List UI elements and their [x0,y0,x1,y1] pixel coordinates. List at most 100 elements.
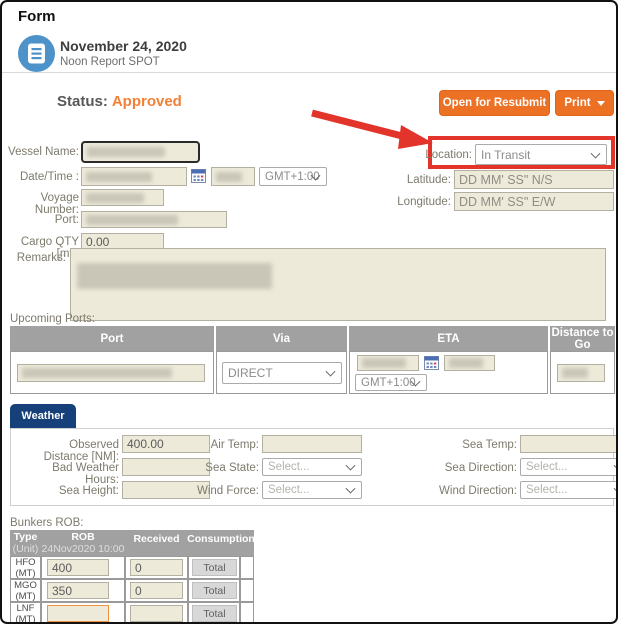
received-input-lnf[interactable] [130,605,183,622]
report-date: November 24, 2020 [60,38,187,54]
form-window: Form November 24, 2020 Noon Report SPOT … [0,0,618,624]
remarks-label: Remarks: [2,252,66,264]
calendar-icon[interactable] [424,356,439,370]
redacted-content [87,147,165,157]
redacted-content [562,368,588,378]
fuel-unit: (MT) [15,568,35,579]
location-label: Location: [392,149,472,161]
redacted-content [86,172,152,182]
wind-direction-label: Wind Direction: [420,485,517,497]
rob-input-hfo[interactable] [47,559,109,576]
timezone-select[interactable]: GMT+1:00 [259,167,327,186]
fuel-type: LNF [17,603,35,614]
sea-temp-label: Sea Temp: [420,439,517,451]
longitude-label: Longitude: [371,196,451,208]
sea-state-select[interactable]: Select... [262,458,362,476]
bunkers-row-received-cell [125,556,188,579]
consumption-total-button[interactable]: Total [192,559,237,576]
bunkers-row-type: LNF (MT) [10,602,41,624]
caret-down-icon [597,101,605,106]
rob-input-lnf[interactable] [47,605,109,622]
time-input[interactable] [211,167,255,186]
bunkers-row-type: HFO (MT) [10,556,41,579]
bad-weather-hours-label: Bad Weather Hours: [22,462,119,486]
air-temp-input[interactable] [262,435,362,453]
eta-timezone-select[interactable]: GMT+1:00 [355,374,427,391]
port-input[interactable] [81,211,227,228]
bunkers-row-type: MGO (MT) [10,579,41,602]
sea-height-label: Sea Height: [22,485,119,497]
vessel-name-input[interactable] [81,141,200,163]
upcoming-ports-header-eta: ETA [349,326,548,351]
bunkers-header-rob-line2: 24Nov2020 10:00 [42,543,125,555]
bunkers-row-extra-cell [240,556,254,579]
report-type: Noon Report SPOT [60,56,160,68]
consumption-total-button[interactable]: Total [192,605,237,622]
redacted-content [362,358,406,368]
remarks-textarea[interactable] [70,248,606,321]
sea-direction-select[interactable]: Select... [520,458,618,476]
longitude-input[interactable] [454,192,614,211]
bunkers-row-rob-cell [41,556,125,579]
redacted-content [77,263,272,289]
upcoming-ports-cell-via: DIRECT [216,351,347,394]
upcoming-ports-cell-distance [550,351,615,394]
status-badge: Approved [112,93,182,110]
wind-direction-select[interactable]: Select... [520,481,618,499]
latitude-input[interactable] [454,170,614,189]
voyage-number-label: Voyage Number: [2,192,79,216]
bunkers-header-type: Type (Unit) [10,530,41,556]
wind-force-select[interactable]: Select... [262,481,362,499]
fuel-unit: (MT) [15,614,35,624]
redacted-content [216,172,242,182]
sea-temp-input[interactable] [520,435,618,453]
bunkers-row-consumption-cell: Total [188,602,240,624]
bunkers-header-rob-line1: ROB [71,531,94,543]
page-title: Form [18,8,56,25]
redacted-content [22,368,172,378]
upcoming-ports-cell-eta: GMT+1:00 [349,351,548,394]
print-button[interactable]: Print [555,90,614,116]
bunkers-row-rob-cell [41,602,125,624]
port-label: Port: [2,214,79,226]
status-label: Status: [57,93,108,110]
calendar-icon[interactable] [191,169,206,183]
eta-date-input[interactable] [357,355,419,371]
bunkers-row-consumption-cell: Total [188,579,240,602]
upcoming-ports-header-distance: Distance to Go [550,326,615,351]
bunkers-header-type-line2: (Unit) [13,543,39,555]
latitude-label: Latitude: [371,174,451,186]
consumption-total-button[interactable]: Total [192,582,237,599]
date-input[interactable] [81,167,187,186]
upcoming-ports-header-port: Port [10,326,214,351]
bunkers-rob-label: Bunkers ROB: [10,517,120,529]
eta-time-input[interactable] [444,355,495,371]
print-label: Print [564,97,590,109]
upcoming-ports-label: Upcoming Ports: [10,313,120,325]
wind-force-label: Wind Force: [162,485,259,497]
sea-direction-label: Sea Direction: [420,462,517,474]
fuel-unit: (MT) [15,591,35,602]
voyage-number-input[interactable] [81,189,164,206]
received-input-mgo[interactable] [130,582,183,599]
received-input-hfo[interactable] [130,559,183,576]
open-for-resubmit-button[interactable]: Open for Resubmit [439,90,550,116]
report-document-icon [18,35,55,72]
air-temp-label: Air Temp: [162,439,259,451]
location-select[interactable]: In Transit [475,144,607,165]
via-select[interactable]: DIRECT [222,362,342,384]
tab-weather[interactable]: Weather [10,404,76,428]
fuel-type: HFO [15,557,35,568]
bunkers-row-extra-cell [240,602,254,624]
distance-to-go-input[interactable] [557,364,605,382]
bunkers-row-extra-cell [240,579,254,602]
rob-input-mgo[interactable] [47,582,109,599]
upcoming-port-input[interactable] [17,364,205,382]
bunkers-row-rob-cell [41,579,125,602]
upcoming-ports-cell-port [10,351,214,394]
header-divider [2,72,616,73]
status-line: Status:Approved [57,93,182,110]
redacted-content [86,215,178,225]
redacted-content [86,193,144,203]
bunkers-header-consumption: Consumption [188,530,254,556]
